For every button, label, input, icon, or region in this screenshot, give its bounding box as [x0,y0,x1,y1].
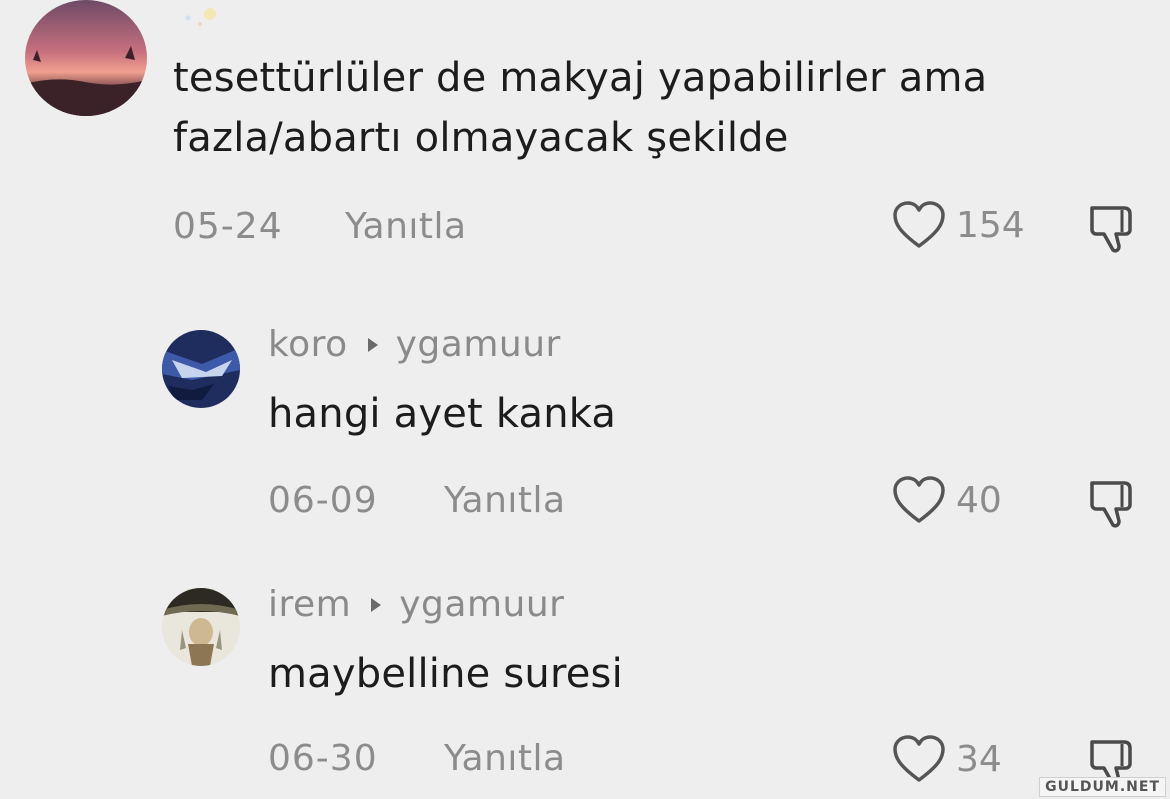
reply-to-username[interactable]: ygamuur [399,584,564,625]
comment-text: maybelline suresi [268,651,623,697]
comment-date: 05-24 [173,206,283,247]
heart-icon[interactable] [892,200,946,250]
comment-date: 06-30 [268,738,378,779]
sunset-avatar-image [25,0,147,116]
comment-text: hangi ayet kanka [268,391,617,437]
author-username[interactable]: irem [268,584,351,625]
reply-button[interactable]: Yanıtla [444,738,566,779]
heart-icon[interactable] [892,475,946,525]
avatar[interactable] [162,588,240,666]
comment-meta: 06-09 Yanıtla [268,480,565,521]
comment-meta: 06-30 Yanıtla [268,738,565,779]
reply-to-username[interactable]: ygamuur [396,324,561,365]
comment-date: 06-09 [268,480,378,521]
thumbs-down-icon[interactable] [1086,200,1142,256]
reply-header: irem ygamuur [268,584,564,625]
like-count: 40 [956,479,1002,521]
person-avatar-image [162,588,240,666]
author-username[interactable]: koro [268,324,348,365]
triangle-right-icon [367,337,378,352]
triangle-right-icon [371,597,382,612]
thumbs-down-icon[interactable] [1086,475,1142,531]
reply-button[interactable]: Yanıtla [345,206,467,247]
heart-icon[interactable] [892,734,946,784]
watermark: GULDUM.NET [1039,777,1166,797]
comment-meta: 05-24 Yanıtla [173,206,466,247]
like-count: 34 [956,738,1002,780]
like-control[interactable]: 154 [892,200,1025,250]
avatar[interactable] [25,0,147,116]
reply-button[interactable]: Yanıtla [444,480,566,521]
like-control[interactable]: 34 [892,734,1002,784]
avatar[interactable] [162,330,240,408]
comment-text: tesettürlüler de makyaj yapabilirler ama… [173,55,988,161]
like-control[interactable]: 40 [892,475,1002,525]
comment-2: koro ygamuur hangi ayet kanka 06-09 Yanı… [0,320,1170,540]
blue-abstract-avatar-image [162,330,240,408]
reply-header: koro ygamuur [268,324,561,365]
sparkle-decoration [180,4,220,28]
like-count: 154 [956,204,1025,246]
comment-3: irem ygamuur maybelline suresi 06-30 Yan… [0,580,1170,799]
comment-1: tesettürlüler de makyaj yapabilirler ama… [0,0,1170,270]
